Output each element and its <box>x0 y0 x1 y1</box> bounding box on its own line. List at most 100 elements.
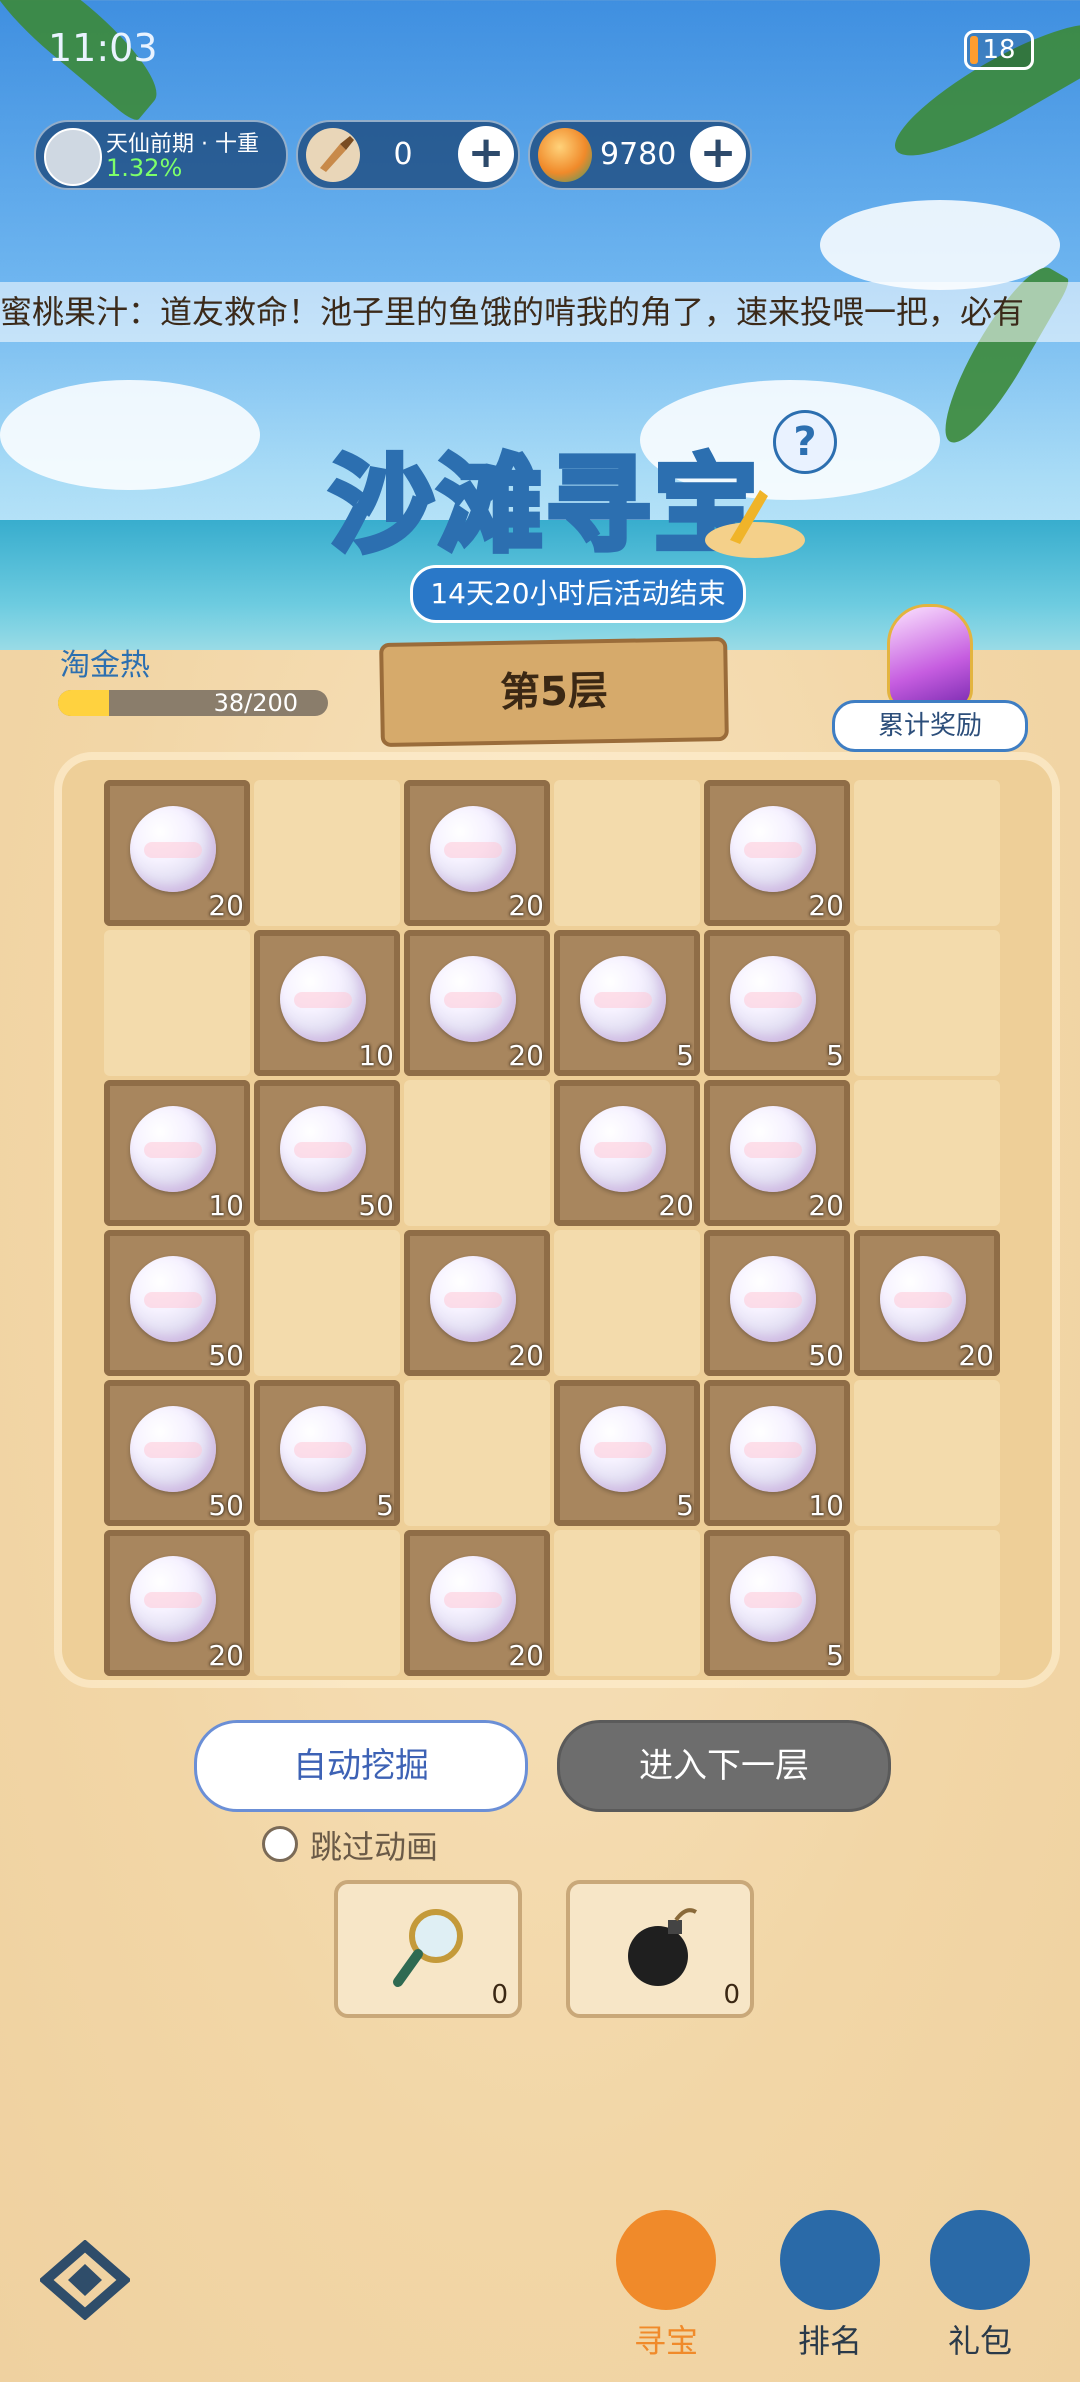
pearl-count: 50 <box>208 1339 244 1372</box>
grid-cell[interactable] <box>254 780 400 926</box>
shovel-currency: 0 + <box>296 120 520 190</box>
next-level-button[interactable]: 进入下一层 <box>557 1720 891 1812</box>
event-title: 沙滩寻宝 <box>327 441 763 569</box>
pearl-count: 20 <box>508 1639 544 1672</box>
announcement-marquee: 蜜桃果汁：道友救命！池子里的鱼饿的啃我的角了，速来投喂一把，必有 <box>0 282 1080 342</box>
cumulative-reward-label: 累计奖励 <box>832 700 1028 752</box>
heat-progress-text: 38/200 <box>213 689 298 717</box>
cloud <box>820 200 1060 290</box>
nav-treasure[interactable]: 寻宝 <box>606 2200 726 2370</box>
crystal-icon <box>887 604 973 710</box>
skip-animation-label: 跳过动画 <box>310 1828 439 1866</box>
grid-cell[interactable]: 10 <box>254 930 400 1076</box>
grid-cell[interactable]: 20 <box>404 1230 550 1376</box>
pearl-count: 20 <box>808 1189 844 1222</box>
pearl-count: 10 <box>358 1039 394 1072</box>
help-button[interactable]: ? <box>773 410 837 474</box>
pearl-icon <box>880 1256 966 1342</box>
pearl-icon <box>130 1256 216 1342</box>
bomb-count: 0 <box>723 1980 740 2010</box>
battery-indicator: 18 <box>964 30 1034 70</box>
pearl-count: 20 <box>208 1639 244 1672</box>
pearl-count: 20 <box>658 1189 694 1222</box>
dig-grid: 20 20 20 10 20 5 5 10 50 20 20 50 20 50 20 50 5 5 10 20 20 5 <box>104 780 1004 1680</box>
grid-cell[interactable] <box>854 1530 1000 1676</box>
grid-cell[interactable]: 5 <box>554 1380 700 1526</box>
grid-cell[interactable]: 50 <box>704 1230 850 1376</box>
grid-cell[interactable] <box>254 1530 400 1676</box>
grid-cell[interactable] <box>854 1380 1000 1526</box>
grid-cell[interactable] <box>554 1530 700 1676</box>
grid-cell[interactable] <box>854 780 1000 926</box>
grid-cell[interactable] <box>254 1230 400 1376</box>
grid-cell[interactable]: 10 <box>704 1380 850 1526</box>
grid-cell[interactable]: 10 <box>104 1080 250 1226</box>
pearl-count: 10 <box>208 1189 244 1222</box>
grid-cell[interactable]: 20 <box>104 780 250 926</box>
nav-gift[interactable]: 礼包 <box>920 2200 1040 2370</box>
grid-cell[interactable]: 50 <box>254 1080 400 1226</box>
level-sign: 第5层 <box>379 636 729 748</box>
gift-icon <box>930 2210 1030 2310</box>
pearl-count: 20 <box>508 1039 544 1072</box>
cumulative-reward-button[interactable]: 累计奖励 <box>832 600 1028 760</box>
pearl-count: 50 <box>808 1339 844 1372</box>
heat-label: 淘金热 <box>60 648 150 683</box>
pearl-icon <box>580 1106 666 1192</box>
grid-cell[interactable]: 20 <box>704 1080 850 1226</box>
gem-currency: 9780 + <box>528 120 752 190</box>
grid-cell[interactable] <box>104 930 250 1076</box>
pearl-icon <box>580 1406 666 1492</box>
pearl-icon <box>730 1556 816 1642</box>
grid-cell[interactable]: 20 <box>704 780 850 926</box>
grid-cell[interactable] <box>854 930 1000 1076</box>
grid-cell[interactable]: 20 <box>404 1530 550 1676</box>
magnifier-count: 0 <box>491 1980 508 2010</box>
rank-pill[interactable]: 天仙前期 · 十重 1.32% <box>34 120 288 190</box>
pearl-icon <box>130 1106 216 1192</box>
pearl-count: 5 <box>826 1639 844 1672</box>
pearl-icon <box>130 1406 216 1492</box>
pearl-count: 5 <box>676 1039 694 1072</box>
grid-cell[interactable]: 5 <box>554 930 700 1076</box>
skip-animation-radio[interactable] <box>262 1826 298 1862</box>
pearl-count: 10 <box>808 1489 844 1522</box>
pearl-icon <box>730 806 816 892</box>
nav-ranking[interactable]: 排名 <box>770 2200 890 2370</box>
pearl-icon <box>430 1556 516 1642</box>
grid-cell[interactable]: 50 <box>104 1230 250 1376</box>
compass-icon <box>616 2210 716 2310</box>
add-gem-button[interactable]: + <box>690 126 746 182</box>
pearl-count: 20 <box>958 1339 994 1372</box>
pearl-count: 5 <box>376 1489 394 1522</box>
shovel-count: 0 <box>393 137 413 172</box>
grid-cell[interactable]: 20 <box>554 1080 700 1226</box>
nav-ranking-label: 排名 <box>797 2322 862 2360</box>
grid-cell[interactable]: 50 <box>104 1380 250 1526</box>
grid-cell[interactable]: 20 <box>404 780 550 926</box>
pearl-count: 20 <box>208 889 244 922</box>
gem-icon <box>538 128 592 182</box>
bomb-tool[interactable]: 0 <box>566 1880 754 2018</box>
pearl-count: 20 <box>808 889 844 922</box>
pearl-icon <box>730 1406 816 1492</box>
sand-bucket-icon <box>700 470 810 560</box>
pearl-icon <box>430 956 516 1042</box>
grid-cell[interactable]: 5 <box>254 1380 400 1526</box>
menu-button[interactable] <box>38 2239 132 2321</box>
grid-cell[interactable]: 20 <box>854 1230 1000 1376</box>
grid-cell[interactable] <box>404 1380 550 1526</box>
grid-cell[interactable]: 20 <box>404 930 550 1076</box>
grid-cell[interactable] <box>404 1080 550 1226</box>
auto-dig-button[interactable]: 自动挖掘 <box>194 1720 528 1812</box>
add-shovel-button[interactable]: + <box>458 126 514 182</box>
grid-cell[interactable]: 5 <box>704 930 850 1076</box>
grid-cell[interactable] <box>554 780 700 926</box>
grid-cell[interactable] <box>854 1080 1000 1226</box>
magnifier-tool[interactable]: 0 <box>334 1880 522 2018</box>
grid-cell[interactable]: 5 <box>704 1530 850 1676</box>
pearl-icon <box>280 1106 366 1192</box>
grid-cell[interactable]: 20 <box>104 1530 250 1676</box>
avatar <box>44 128 102 186</box>
grid-cell[interactable] <box>554 1230 700 1376</box>
